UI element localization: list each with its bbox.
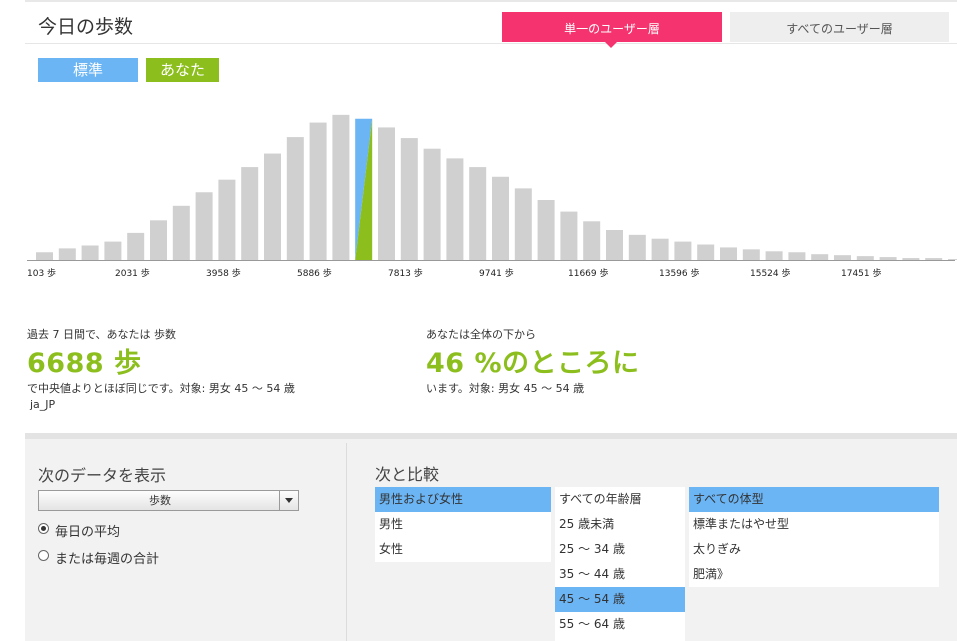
stat-percentile-label: あなたは全体の下から xyxy=(426,328,536,341)
histogram-bar xyxy=(537,200,555,260)
histogram-bar xyxy=(765,251,783,260)
histogram-bar xyxy=(948,259,957,260)
histogram-bar xyxy=(856,256,874,260)
histogram-bar xyxy=(195,192,213,260)
compare-section-title: 次と比較 xyxy=(375,465,440,484)
histogram-bar xyxy=(378,127,395,260)
metric-select-value: 歩数 xyxy=(149,494,171,507)
chevron-down-icon xyxy=(285,498,293,503)
x-tick-label: 17451 歩 xyxy=(841,269,882,279)
histogram-bar xyxy=(697,244,715,260)
histogram-bar xyxy=(127,232,145,260)
body-item-overweight[interactable]: 太りぎみ xyxy=(689,537,939,562)
radio-daily-average[interactable]: 毎日の平均 xyxy=(38,521,238,540)
radio-checked-icon[interactable] xyxy=(38,523,49,534)
age-item-45-54[interactable]: 45 ～ 54 歳 xyxy=(555,587,685,612)
histogram-bar xyxy=(811,254,829,260)
age-item-25-34[interactable]: 25 ～ 34 歳 xyxy=(555,537,685,562)
locale-text: ja_JP xyxy=(30,398,56,411)
radio-weekly-total-label: または毎週の合計 xyxy=(55,552,160,567)
x-tick-label: 13596 歩 xyxy=(659,269,700,279)
histogram-bar xyxy=(879,257,897,260)
histogram-bar xyxy=(674,241,692,260)
x-tick-label: 11669 歩 xyxy=(568,269,609,279)
panel-divider xyxy=(346,443,347,641)
histogram-bar xyxy=(218,179,236,260)
histogram-bar xyxy=(332,114,350,260)
histogram-bar xyxy=(902,258,920,260)
title-divider xyxy=(25,43,957,44)
body-item-obese[interactable]: 肥満》 xyxy=(689,562,939,587)
histogram-bar xyxy=(651,238,669,260)
top-border xyxy=(25,0,957,2)
histogram-bar xyxy=(583,221,601,260)
histogram-bar xyxy=(36,252,53,260)
x-tick-label: 3958 歩 xyxy=(206,269,241,279)
steps-histogram xyxy=(27,114,957,261)
stat-steps-label: 過去 7 日間で、あなたは 歩数 xyxy=(27,328,177,341)
histogram-bar xyxy=(241,167,259,260)
age-item-35-44[interactable]: 35 ～ 44 歳 xyxy=(555,562,685,587)
display-section-title: 次のデータを表示 xyxy=(38,466,167,485)
histogram-bar xyxy=(788,252,806,260)
histogram-bar xyxy=(309,122,327,260)
stat-percentile-value: 46 %のところに xyxy=(426,348,640,379)
histogram-bar xyxy=(560,211,578,260)
histogram-bar xyxy=(286,137,304,260)
histogram-bar xyxy=(58,248,76,260)
metric-select-arrow[interactable] xyxy=(279,491,298,510)
age-item-55-64[interactable]: 55 ～ 64 歳 xyxy=(555,612,685,637)
x-tick-label: 7813 歩 xyxy=(388,269,423,279)
histogram-bar xyxy=(834,255,851,260)
histogram-bar xyxy=(400,138,418,260)
histogram-bar xyxy=(172,205,190,260)
radio-dot-icon xyxy=(41,526,46,531)
histogram-bar xyxy=(628,234,646,260)
histogram-bar xyxy=(720,247,737,260)
x-tick-label: 9741 歩 xyxy=(479,269,514,279)
histogram-bar xyxy=(742,249,760,260)
body-item-normal-thin[interactable]: 標準またはやせ型 xyxy=(689,512,939,537)
active-tab-pointer xyxy=(605,42,617,48)
histogram-bar xyxy=(469,167,487,260)
x-tick-label: 5886 歩 xyxy=(297,269,332,279)
radio-unchecked-icon[interactable] xyxy=(38,550,49,561)
legend-you: あなた xyxy=(146,58,219,82)
x-tick-label: 15524 歩 xyxy=(750,269,791,279)
radio-daily-average-label: 毎日の平均 xyxy=(55,525,121,540)
histogram-bar xyxy=(925,258,943,260)
histogram-bar xyxy=(150,220,167,260)
body-item-all[interactable]: すべての体型 xyxy=(689,487,939,512)
histogram-bar xyxy=(514,188,532,260)
gender-item-female[interactable]: 女性 xyxy=(375,537,551,562)
tab-all-demographics[interactable]: すべてのユーザー層 xyxy=(730,12,949,42)
gender-item-all[interactable]: 男性および女性 xyxy=(375,487,551,512)
histogram-bar xyxy=(446,158,464,260)
legend-standard: 標準 xyxy=(38,58,138,82)
histogram-bar xyxy=(423,148,441,260)
radio-weekly-total[interactable]: または毎週の合計 xyxy=(38,548,238,567)
tab-single-demographic[interactable]: 単一のユーザー層 xyxy=(502,12,722,42)
stat-steps-value: 6688 歩 xyxy=(27,348,142,379)
page-title: 今日の歩数 xyxy=(38,16,134,38)
x-tick-label: 103 歩 xyxy=(27,269,57,279)
histogram-bar xyxy=(104,241,122,260)
histogram-bar xyxy=(492,176,509,260)
metric-select[interactable]: 歩数 xyxy=(38,490,299,511)
age-item-under-25[interactable]: 25 歳未満 xyxy=(555,512,685,537)
stat-steps-note: で中央値よりとほぼ同じです。対象: 男女 45 ～ 54 歳 xyxy=(27,382,295,395)
x-tick-label: 2031 歩 xyxy=(115,269,150,279)
stat-percentile-note: います。対象: 男女 45 ～ 54 歳 xyxy=(426,382,585,395)
histogram-bar xyxy=(606,230,623,260)
histogram-bar xyxy=(264,153,281,260)
age-item-all[interactable]: すべての年齢層 xyxy=(555,487,685,512)
histogram-bar xyxy=(81,245,99,260)
gender-item-male[interactable]: 男性 xyxy=(375,512,551,537)
